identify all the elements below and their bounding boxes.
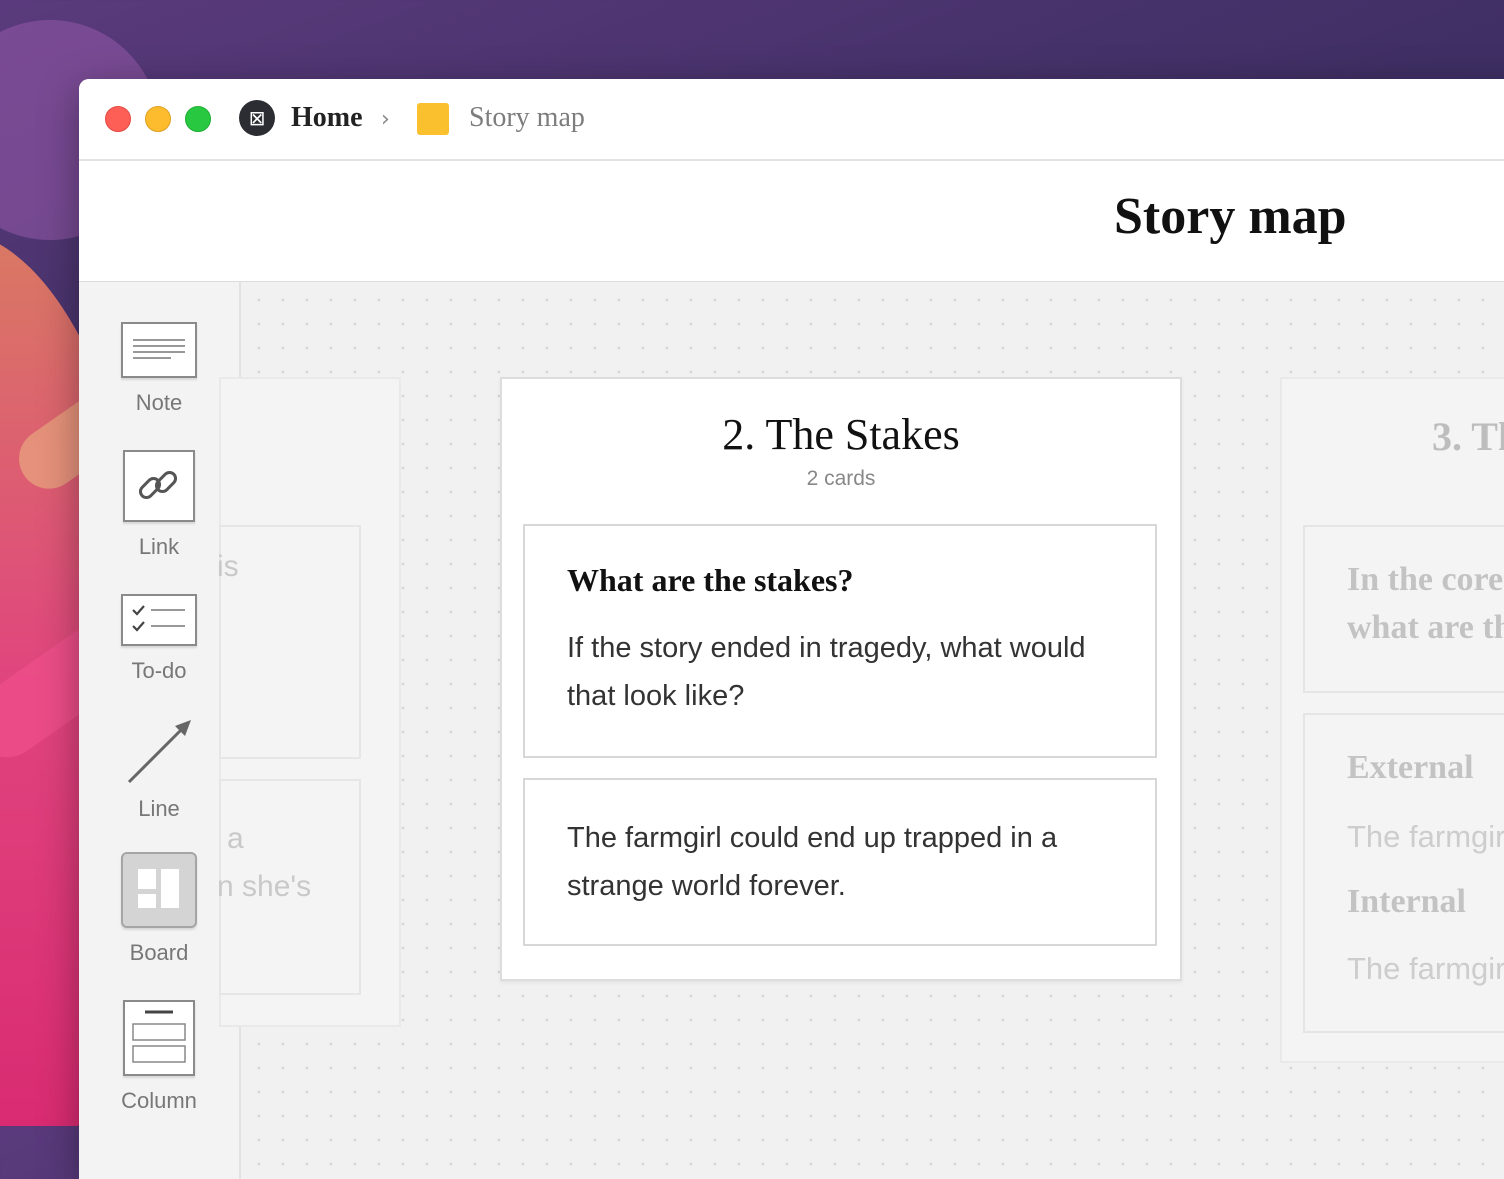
arrow-line-icon (119, 714, 199, 790)
card-text: a (227, 822, 244, 855)
tool-note[interactable]: Note (79, 322, 239, 416)
card-heading: Internal (1347, 883, 1466, 920)
column-icon (123, 1000, 195, 1076)
todo-icon (121, 594, 197, 646)
card[interactable]: a n she's (217, 779, 361, 995)
tool-label: Column (121, 1088, 197, 1113)
card-text: what are th (1347, 609, 1504, 646)
close-window-button[interactable] (105, 106, 131, 132)
tool-todo[interactable]: To-do (79, 594, 239, 684)
app-window: ⊠ Home › Story map Story map Note Link T… (79, 79, 1504, 1179)
breadcrumb-current-board[interactable]: Story map (469, 101, 585, 135)
card[interactable]: is (217, 525, 361, 759)
title-bar: ⊠ Home › Story map (79, 79, 1504, 161)
maximize-window-button[interactable] (185, 106, 211, 132)
card-farmgirl-trapped[interactable]: The farmgirl could end up trapped in a s… (523, 778, 1157, 946)
tool-board[interactable]: Board (79, 852, 239, 966)
minimize-window-button[interactable] (145, 106, 171, 132)
column-previous[interactable]: is a n she's (217, 377, 401, 1027)
column-title[interactable]: 3. Th (1432, 413, 1504, 460)
card-what-are-the-stakes[interactable]: What are the stakes? If the story ended … (523, 524, 1157, 758)
board-header: Story map (79, 161, 1504, 282)
card-heading: External (1347, 749, 1474, 786)
card-count: 2 cards (806, 467, 876, 490)
card-text: In the core (1347, 561, 1504, 598)
board-color-icon (417, 103, 449, 135)
board-icon (121, 852, 197, 928)
tool-line[interactable]: Line (79, 714, 239, 822)
card[interactable]: External The farmgir Internal The farmgi… (1303, 713, 1504, 1033)
tool-label: To-do (131, 658, 187, 683)
link-icon (123, 450, 195, 522)
home-logo-icon[interactable]: ⊠ (239, 100, 275, 136)
note-icon (121, 322, 197, 378)
tool-sidebar: Note Link To-do Line Board Column (79, 282, 241, 1179)
tool-label: Line (138, 796, 180, 821)
chevron-right-icon: › (381, 107, 390, 132)
tool-label: Note (135, 390, 183, 415)
card-text: The farmgir (1347, 819, 1504, 854)
card-body: If the story ended in tragedy, what woul… (567, 632, 1086, 712)
card-title: What are the stakes? (567, 562, 854, 598)
card-text: n she's (217, 870, 312, 903)
column-title[interactable]: 2. The Stakes (502, 409, 1180, 460)
page-title[interactable]: Story map (1114, 187, 1347, 246)
column-next[interactable]: 3. Th In the core what are th External T… (1280, 377, 1504, 1063)
tool-column[interactable]: Column (79, 1000, 239, 1114)
tool-label: Link (138, 534, 180, 559)
column-the-stakes[interactable]: 2. The Stakes 2 cards What are the stake… (500, 377, 1182, 981)
tool-label: Board (129, 940, 189, 965)
tool-link[interactable]: Link (79, 450, 239, 560)
card-body: The farmgirl could end up trapped in a s… (567, 822, 1058, 902)
card[interactable]: In the core what are th (1303, 525, 1504, 693)
breadcrumb-home[interactable]: Home (291, 101, 363, 135)
card-text: is (217, 550, 239, 583)
card-text: The farmgir (1347, 951, 1504, 986)
